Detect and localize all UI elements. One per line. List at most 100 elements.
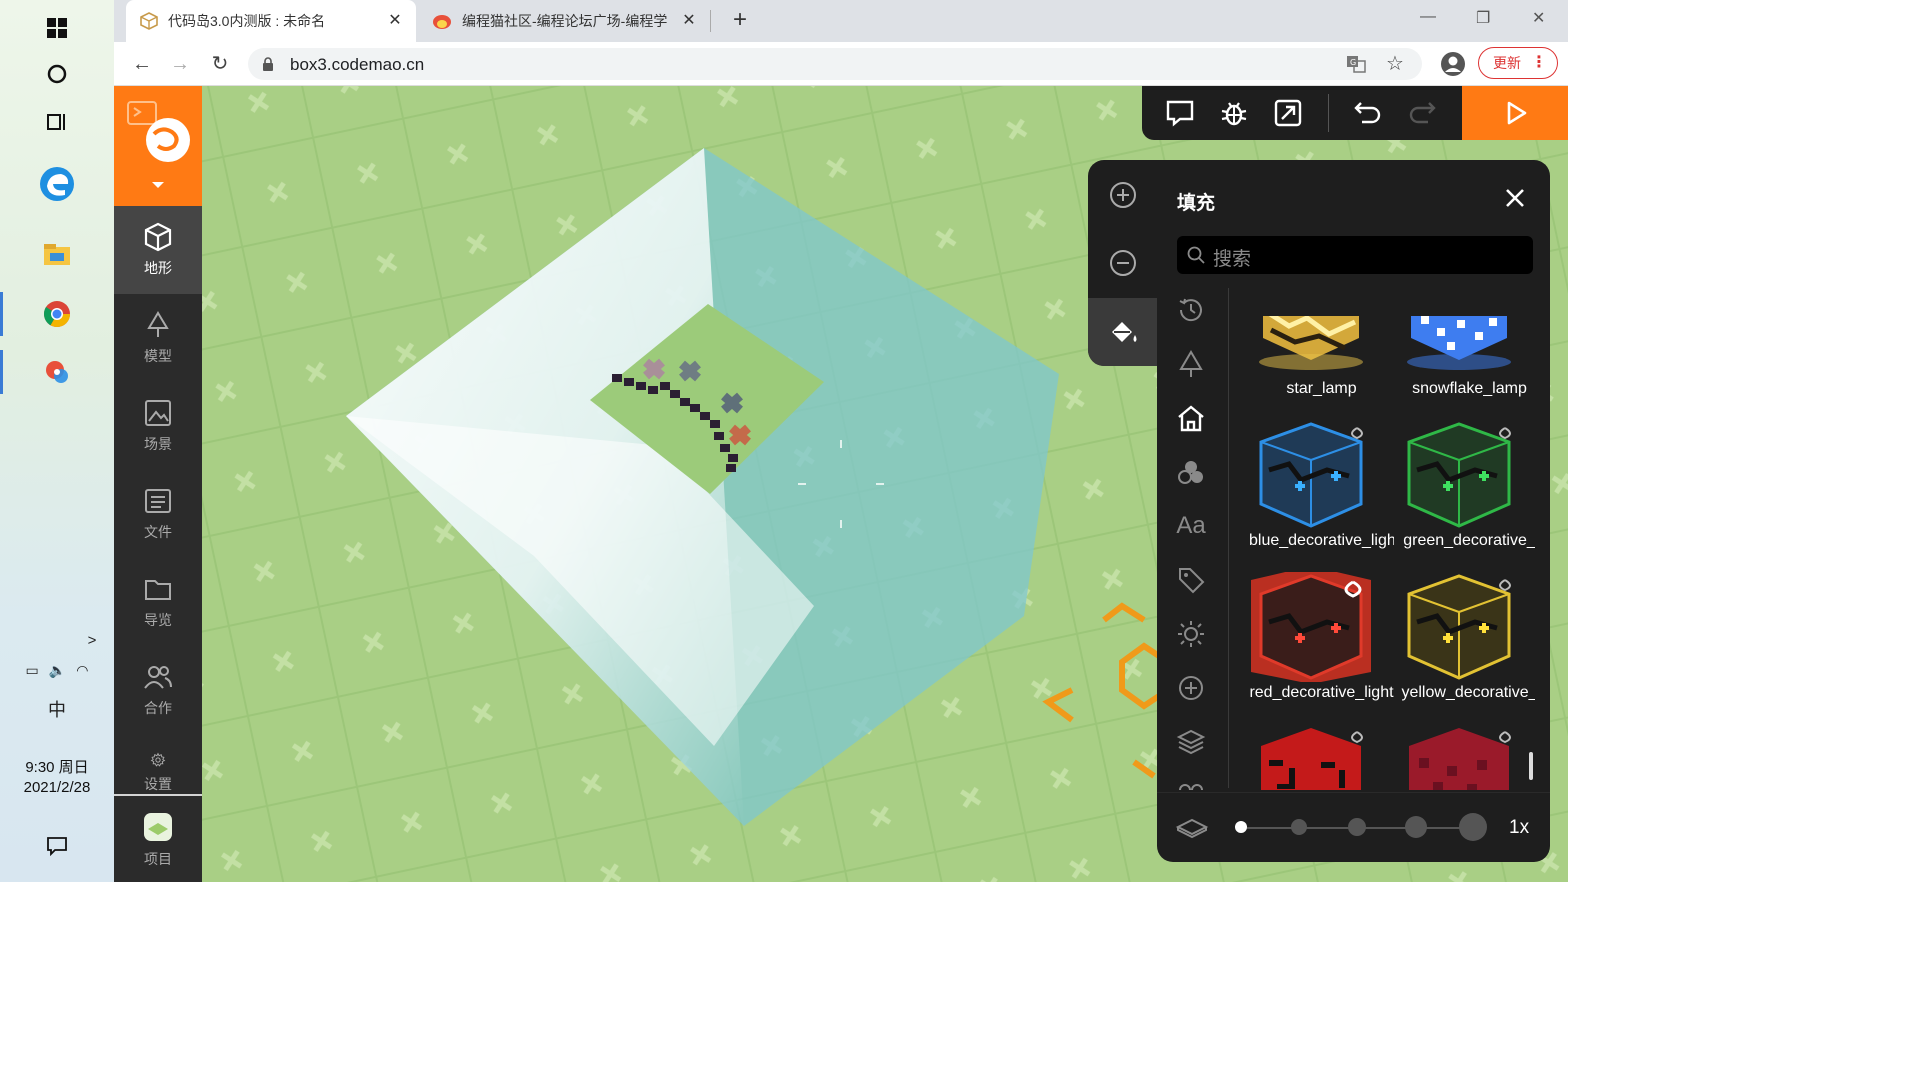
block-item-red-decorative-light[interactable]: red_decorative_light [1245, 572, 1394, 724]
category-light[interactable] [1173, 616, 1209, 652]
slider-thumb[interactable] [1235, 821, 1247, 833]
restore-icon[interactable]: ❐ [1476, 8, 1490, 28]
block-item-green-decorative-light[interactable]: green_decorative_ [1393, 420, 1535, 572]
block-item-blue-decorative-light[interactable]: blue_decorative_light [1245, 420, 1394, 572]
gear-icon [150, 752, 166, 767]
fullscreen-icon[interactable] [1272, 97, 1304, 129]
close-tab-icon[interactable]: ✕ [386, 12, 404, 30]
close-tab-icon[interactable]: ✕ [680, 12, 698, 30]
brush-scale-label[interactable]: 1x [1509, 817, 1529, 839]
sidebar-item-settings[interactable]: 设置 [114, 734, 202, 794]
sidebar-item-scene[interactable]: 场景 [114, 382, 202, 470]
category-layers[interactable] [1173, 724, 1209, 760]
block-item-star-lamp[interactable]: star_lamp [1245, 316, 1390, 420]
box-favicon-icon [140, 12, 158, 30]
close-icon[interactable] [1503, 186, 1527, 210]
sidebar-item-terrain[interactable]: 地形 [114, 206, 202, 294]
block-item-dark-red-pattern[interactable] [1393, 724, 1535, 790]
category-materials[interactable] [1173, 454, 1209, 490]
grid-scrollbar[interactable] [1529, 752, 1533, 780]
fill-tool-button[interactable] [1088, 298, 1158, 366]
undo-icon[interactable] [1352, 97, 1384, 129]
bug-icon[interactable] [1218, 97, 1250, 129]
blue-decorative-light-thumbnail [1259, 422, 1363, 528]
battery-icon[interactable]: ▭ [26, 662, 39, 679]
fill-panel: 填充 搜索 Aa star_lamp snowflake_lamp blue_d… [1157, 160, 1550, 862]
app-icon[interactable] [0, 344, 114, 400]
slider-stop[interactable] [1348, 818, 1366, 836]
task-view-icon[interactable] [0, 94, 114, 150]
bookmark-star-icon[interactable]: ☆ [1386, 51, 1404, 76]
block-grid: star_lamp snowflake_lamp blue_decorative… [1245, 316, 1535, 790]
green-decorative-light-thumbnail [1407, 422, 1511, 528]
clock[interactable]: 9:30 周日 2021/2/28 [0, 758, 114, 798]
menu-dots-icon[interactable]: ⋮ [1531, 52, 1547, 72]
tab-codemao-island[interactable]: 代码岛3.0内测版 : 未命名 ✕ [126, 0, 416, 42]
lock-icon[interactable] [262, 57, 274, 71]
forward-arrow-icon[interactable]: → [168, 52, 192, 76]
category-recent[interactable] [1173, 292, 1209, 328]
file-explorer-icon[interactable] [0, 226, 114, 282]
run-button[interactable] [1462, 86, 1568, 140]
remove-brush-icon[interactable] [1108, 248, 1138, 278]
sidebar-item-files[interactable]: 文件 [114, 470, 202, 558]
close-window-icon[interactable]: ✕ [1532, 8, 1545, 28]
category-nature[interactable] [1173, 346, 1209, 382]
slider-stop[interactable] [1459, 813, 1487, 841]
wifi-icon[interactable]: ◠ [76, 662, 88, 679]
category-tags[interactable] [1173, 562, 1209, 598]
red-decorative-light-thumbnail [1251, 572, 1371, 682]
sidebar-item-label: 合作 [144, 700, 172, 716]
slider-stop[interactable] [1291, 819, 1307, 835]
notification-icon[interactable] [0, 818, 114, 874]
sidebar-item-guide[interactable]: 导览 [114, 558, 202, 646]
sun-icon [1178, 621, 1204, 647]
toolbar-divider [1328, 94, 1329, 132]
cube-icon [144, 222, 172, 252]
translate-icon[interactable]: G [1346, 55, 1366, 73]
search-input[interactable]: 搜索 [1177, 236, 1533, 274]
reload-icon[interactable]: ↻ [208, 52, 232, 76]
update-label: 更新 [1493, 55, 1521, 71]
tray-expand[interactable]: > [0, 632, 114, 649]
comment-icon[interactable] [1164, 97, 1196, 129]
tab-codemao-community[interactable]: 编程猫社区-编程论坛广场-编程学 ✕ [420, 0, 710, 42]
new-tab-button[interactable]: + [726, 6, 754, 34]
tab-title: 代码岛3.0内测版 : 未命名 [168, 13, 326, 29]
category-text[interactable]: Aa [1173, 508, 1209, 544]
category-building[interactable] [1173, 400, 1209, 436]
ime-indicator[interactable]: 中 [0, 696, 114, 722]
brush-tool-rail [1088, 160, 1158, 366]
file-icon [145, 489, 171, 513]
add-brush-icon[interactable] [1108, 180, 1138, 210]
slider-stop[interactable] [1405, 816, 1427, 838]
codemao-logo-icon [127, 101, 190, 188]
redo-icon[interactable] [1406, 97, 1438, 129]
category-more[interactable] [1173, 778, 1209, 790]
screen: > ▭ 🔈 ◠ 中 9:30 周日 2021/2/28 代码岛3.0内测版 : … [0, 0, 1568, 882]
app-logo-area[interactable] [114, 86, 202, 206]
volume-icon[interactable]: 🔈 [49, 662, 66, 679]
address-bar[interactable]: box3.codemao.cn G ☆ [248, 48, 1422, 80]
tray-icons: ▭ 🔈 ◠ [0, 662, 114, 679]
category-custom[interactable] [1173, 670, 1209, 706]
history-icon [1179, 298, 1202, 322]
update-button[interactable]: 更新 ⋮ [1478, 47, 1558, 79]
block-item-yellow-decorative-light[interactable]: yellow_decorative_ [1393, 572, 1535, 724]
codemao-favicon-icon [433, 15, 451, 29]
edge-icon[interactable] [0, 156, 114, 212]
minimize-icon[interactable]: — [1420, 8, 1436, 26]
sidebar-item-label: 设置 [144, 776, 172, 792]
tree-icon [147, 311, 169, 337]
paint-bucket-icon [1112, 322, 1137, 342]
profile-avatar-icon[interactable] [1440, 51, 1466, 77]
add-circle-icon [1179, 676, 1203, 700]
back-arrow-icon[interactable]: ← [130, 52, 154, 76]
sidebar-item-project[interactable]: 项目 [114, 796, 202, 882]
sidebar-item-label: 地形 [144, 260, 172, 276]
sidebar-item-models[interactable]: 模型 [114, 294, 202, 382]
block-item-snowflake-lamp[interactable]: snowflake_lamp [1393, 316, 1535, 420]
chrome-icon[interactable] [0, 286, 114, 342]
block-item-red-pattern[interactable] [1245, 724, 1390, 790]
sidebar-item-collab[interactable]: 合作 [114, 646, 202, 734]
